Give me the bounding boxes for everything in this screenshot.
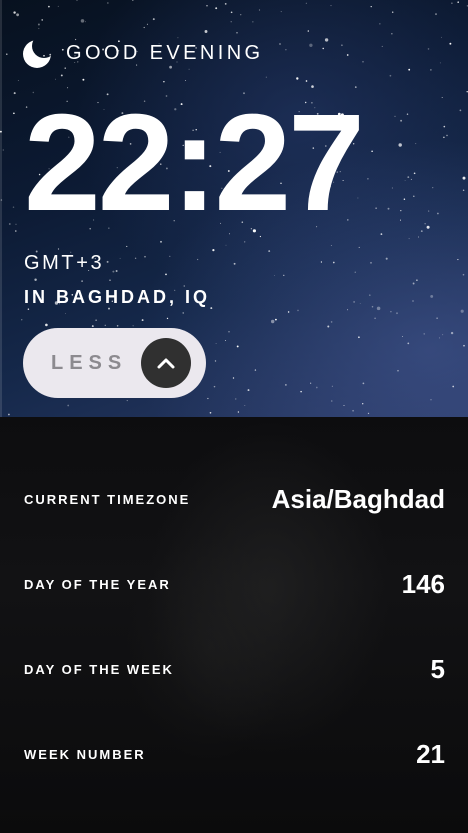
- detail-value: 146: [401, 569, 445, 599]
- details-panel: CURRENT TIMEZONE Asia/Baghdad DAY OF THE…: [0, 417, 468, 833]
- chevron-up-icon: [157, 358, 175, 369]
- detail-value: 21: [416, 739, 445, 769]
- less-toggle-button[interactable]: LESS: [23, 328, 206, 398]
- detail-value: 5: [430, 654, 445, 684]
- moon-icon: [23, 40, 51, 68]
- detail-value: Asia/Baghdad: [271, 484, 445, 514]
- hero-left-edge: [0, 0, 2, 417]
- current-time: 22:27: [24, 86, 365, 240]
- detail-label: WEEK NUMBER: [24, 747, 146, 762]
- detail-label: DAY OF THE WEEK: [24, 662, 174, 677]
- detail-label: DAY OF THE YEAR: [24, 577, 171, 592]
- detail-row-day-of-week: DAY OF THE WEEK 5: [24, 651, 445, 691]
- timezone-abbreviation: GMT+3: [24, 252, 105, 274]
- greeting-text: GOOD EVENING: [66, 41, 264, 64]
- hero-section: GOOD EVENING 22:27 GMT+3 IN BAGHDAD, IQ …: [0, 0, 468, 417]
- clock-app: GOOD EVENING 22:27 GMT+3 IN BAGHDAD, IQ …: [0, 0, 468, 833]
- toggle-arrow-circle[interactable]: [141, 338, 191, 388]
- toggle-label: LESS: [51, 352, 128, 374]
- greeting: GOOD EVENING: [22, 37, 264, 69]
- detail-row-day-of-year: DAY OF THE YEAR 146: [24, 566, 445, 606]
- detail-row-timezone: CURRENT TIMEZONE Asia/Baghdad: [24, 481, 445, 521]
- detail-row-week-number: WEEK NUMBER 21: [24, 736, 445, 776]
- location-label: IN BAGHDAD, IQ: [24, 287, 210, 307]
- detail-label: CURRENT TIMEZONE: [24, 492, 191, 507]
